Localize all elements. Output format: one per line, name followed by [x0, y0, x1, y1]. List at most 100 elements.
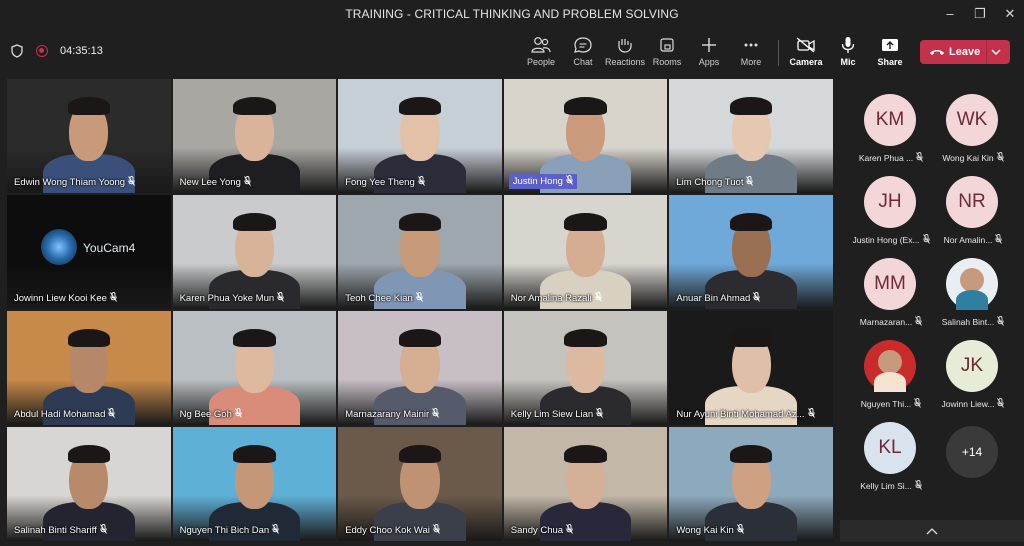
avatar: KM: [864, 94, 916, 146]
participant-name: Karen Phua Yoke Mun: [179, 293, 275, 304]
participant-hair: [564, 97, 607, 116]
mic-muted-icon: [997, 398, 1005, 410]
participant-name-label: Marnazarany Mainir: [345, 408, 440, 421]
video-tile[interactable]: Kelly Lim Siew Lian: [503, 311, 668, 425]
video-tile[interactable]: Nur Ayuni Binti Mohamad Az...: [669, 311, 833, 425]
video-tile[interactable]: New Lee Yong: [172, 79, 337, 193]
rooms-icon: [660, 38, 674, 52]
participant-name-label: Karen Phua Yoke Mun: [180, 292, 285, 305]
participant-name-label: Fong Yee Theng: [345, 176, 425, 189]
participant-card-name: Jowinn Liew...: [928, 398, 1018, 410]
reactions-button[interactable]: Reactions: [603, 36, 647, 70]
participant-name-label: Abdul Hadi Mohamad: [14, 408, 116, 421]
video-tile[interactable]: Fong Yee Theng: [338, 79, 502, 193]
mic-muted-icon: [432, 408, 440, 421]
chevron-down-icon[interactable]: [990, 46, 1002, 58]
participant-card[interactable]: KL Kelly Lim Si...: [846, 416, 936, 498]
video-tile[interactable]: Edwin Wong Thiam Yoong: [7, 79, 171, 193]
participant-hair: [729, 213, 773, 232]
participant-name: Fong Yee Theng: [345, 177, 415, 188]
overflow-participants-button[interactable]: +14: [946, 426, 998, 478]
participant-hair: [729, 97, 773, 116]
video-tile[interactable]: Karen Phua Yoke Mun: [172, 195, 337, 309]
close-button[interactable]: ✕: [996, 3, 1024, 25]
camera-button[interactable]: Camera: [784, 36, 828, 70]
video-tile[interactable]: Eddy Choo Kok Wai: [338, 427, 502, 541]
mic-muted-icon: [108, 408, 116, 421]
participant-name-label: Salinah Binti Shariff: [14, 524, 107, 537]
maximize-button[interactable]: ❐: [966, 3, 994, 25]
participant-hair: [233, 329, 276, 348]
participant-card[interactable]: MM Marnazaran...: [846, 252, 936, 334]
mic-muted-icon: [753, 292, 761, 305]
mic-muted-icon: [277, 292, 285, 305]
participant-name-label: Lim Chong Tuot: [676, 176, 754, 189]
video-tile[interactable]: Teoh Chee Kian: [338, 195, 502, 309]
participant-name-label: Justin Hong: [508, 174, 577, 189]
participant-name: Jowinn Liew Kooi Kee: [14, 293, 107, 304]
chevron-up-icon[interactable]: [840, 520, 1024, 542]
participant-name: Edwin Wong Thiam Yoong: [14, 177, 126, 188]
participant-card-name: Nguyen Thi...: [846, 398, 936, 410]
video-tile[interactable]: Justin Hong: [503, 79, 668, 193]
participant-card[interactable]: Nguyen Thi...: [846, 334, 936, 416]
participant-card[interactable]: JH Justin Hong (Ex...: [846, 170, 936, 252]
video-tile[interactable]: Lim Chong Tuot: [669, 79, 833, 193]
participant-hair: [398, 445, 442, 464]
chat-icon: [574, 37, 592, 53]
mic-muted-icon: [110, 292, 117, 305]
share-button[interactable]: Share: [868, 36, 912, 70]
avatar-photo-body: [956, 290, 988, 310]
video-tile[interactable]: Nguyen Thi Bich Dan: [172, 427, 337, 541]
participant-card[interactable]: WK Wong Kai Kin: [928, 88, 1018, 170]
video-tile[interactable]: Abdul Hadi Mohamad: [7, 311, 171, 425]
rooms-button[interactable]: Rooms: [645, 36, 689, 70]
video-tile[interactable]: Anuar Bin Ahmad: [669, 195, 833, 309]
mic-muted-icon: [244, 176, 251, 189]
participant-card-label: Nguyen Thi...: [860, 399, 912, 409]
shield-icon[interactable]: [11, 44, 23, 58]
avatar-photo: [878, 350, 902, 374]
video-tile[interactable]: Marnazarany Mainir: [338, 311, 502, 425]
avatar: [946, 258, 998, 310]
video-tile[interactable]: Wong Kai Kin: [669, 427, 833, 541]
participant-card[interactable]: JK Jowinn Liew...: [928, 334, 1018, 416]
participant-name-label: Teoh Chee Kian: [345, 292, 423, 305]
participant-hair: [67, 445, 111, 464]
video-tile[interactable]: Salinah Binti Shariff: [7, 427, 171, 541]
mic-muted-icon: [566, 524, 573, 537]
title-bar: TRAINING - CRITICAL THINKING AND PROBLEM…: [0, 0, 1024, 28]
people-label: People: [526, 57, 556, 67]
avatar: MM: [864, 258, 916, 310]
meeting-toolbar: 04:35:13 People Chat Reactions Rooms App…: [0, 28, 1024, 74]
mic-muted-icon: [415, 292, 423, 305]
mic-muted-icon: [566, 175, 573, 188]
video-tile[interactable]: Nor Amalina Razali: [503, 195, 668, 309]
participant-card[interactable]: KM Karen Phua ...: [846, 88, 936, 170]
video-tile[interactable]: Sandy Chua: [503, 427, 668, 541]
mic-label: Mic: [840, 57, 856, 67]
participant-name-label: Anuar Bin Ahmad: [676, 292, 761, 305]
video-tile[interactable]: YouCam4 Jowinn Liew Kooi Kee: [7, 195, 171, 309]
minimize-button[interactable]: –: [936, 3, 964, 25]
avatar-photo-body: [874, 372, 906, 392]
mic-muted-icon: [594, 292, 602, 305]
share-tray-icon: [882, 39, 898, 51]
apps-button[interactable]: Apps: [687, 36, 731, 70]
mic-muted-icon: [736, 524, 744, 537]
participant-card-name: Nor Amalin...: [928, 234, 1018, 246]
mic-muted-icon: [746, 176, 754, 189]
participant-hair: [398, 97, 442, 116]
mic-muted-icon: [596, 408, 604, 421]
mic-button[interactable]: Mic: [826, 36, 870, 70]
leave-button[interactable]: Leave: [920, 40, 1010, 64]
video-tile[interactable]: Ng Bee Goh: [172, 311, 337, 425]
participant-card[interactable]: NR Nor Amalin...: [928, 170, 1018, 252]
more-button[interactable]: More: [729, 36, 773, 70]
people-button[interactable]: People: [519, 36, 563, 70]
gallery-collapse-bar[interactable]: [840, 520, 1024, 542]
chat-button[interactable]: Chat: [561, 36, 605, 70]
participant-hair: [729, 329, 773, 348]
mic-muted-icon: [235, 408, 242, 421]
participant-card[interactable]: Salinah Bint...: [928, 252, 1018, 334]
